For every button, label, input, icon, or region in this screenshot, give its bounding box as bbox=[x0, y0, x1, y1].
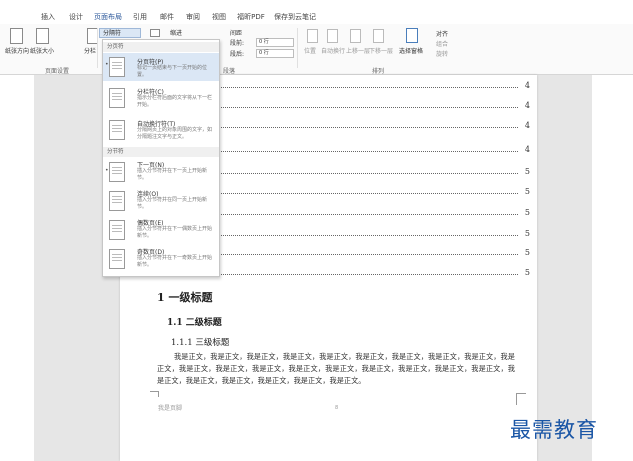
crop-mark bbox=[516, 393, 526, 402]
crop-mark bbox=[150, 391, 158, 400]
selection-pane-icon[interactable] bbox=[406, 28, 418, 43]
tab-view[interactable]: 视图 bbox=[212, 12, 226, 22]
wrap-text-button[interactable]: 自动换行 bbox=[321, 46, 345, 55]
page-setup-group-label: 页面设置 bbox=[45, 68, 70, 75]
toc-entry[interactable]: 标题4 bbox=[198, 121, 530, 132]
bring-forward-button[interactable]: 上移一层 bbox=[346, 46, 370, 55]
odd-page-break-icon bbox=[109, 249, 125, 269]
breaks-dropdown-menu: 分页符 • 分页符(P) 标记一页结束与下一页开始的位置。 分栏符(C) 指示分… bbox=[102, 39, 220, 277]
toc-entry[interactable]: 标题4 bbox=[198, 101, 530, 112]
toc-page-number: 5 bbox=[523, 187, 530, 196]
text-wrapping-break-icon bbox=[109, 120, 125, 140]
size-button[interactable]: 纸张大小 bbox=[30, 46, 54, 55]
page-footer: 我是页脚 bbox=[158, 405, 183, 412]
toc-entry[interactable]: 标题5 bbox=[198, 268, 530, 279]
toc-entry[interactable]: 题4 bbox=[198, 81, 530, 92]
send-backward-icon[interactable] bbox=[373, 29, 384, 43]
send-backward-button[interactable]: 下移一层 bbox=[369, 46, 393, 55]
columns-button[interactable]: 分栏 bbox=[84, 46, 96, 55]
tab-references[interactable]: 引用 bbox=[133, 12, 147, 22]
tab-insert[interactable]: 插入 bbox=[41, 12, 55, 22]
menu-item-odd-page[interactable]: 奇数页(D) 插入分节符并在下一奇数页上开始新节。 bbox=[103, 245, 219, 273]
group-button[interactable]: 组合 bbox=[436, 39, 448, 48]
ribbon-page-layout: 纸张方向 纸张大小 分栏 页面设置 缩进 间距 段前: 0 行 段后: 0 行 … bbox=[0, 24, 633, 75]
toc-page-number: 5 bbox=[523, 248, 530, 257]
heading-level-2: 1.1 二级标题 bbox=[167, 318, 222, 328]
orientation-button[interactable]: 纸张方向 bbox=[5, 46, 29, 55]
watermark-logo: 最需教育 bbox=[510, 418, 598, 442]
toc-entry[interactable]: 标题5 bbox=[198, 208, 530, 219]
toc-page-number: 4 bbox=[523, 121, 530, 130]
space-after-spinner[interactable]: 0 行 bbox=[256, 49, 294, 58]
orientation-icon[interactable] bbox=[10, 28, 23, 44]
space-after-label: 段后: bbox=[230, 51, 245, 58]
tab-review[interactable]: 审阅 bbox=[186, 12, 200, 22]
heading-level-3: 1.1.1 三级标题 bbox=[171, 338, 230, 348]
arrange-group-label: 排列 bbox=[372, 68, 385, 75]
menu-item-column-break[interactable]: 分栏符(C) 指示分栏符后面的文字将从下一栏开始。 bbox=[103, 84, 219, 114]
bring-forward-icon[interactable] bbox=[350, 29, 361, 43]
tab-design[interactable]: 设计 bbox=[69, 12, 83, 22]
menu-item-next-page[interactable]: • 下一页(N) 插入分节符并在下一页上开始新节。 bbox=[103, 158, 219, 186]
wrap-text-icon[interactable] bbox=[327, 29, 338, 43]
toc-page-number: 4 bbox=[523, 81, 530, 90]
toc-entry[interactable]: 4 bbox=[198, 145, 530, 155]
align-button[interactable]: 对齐 bbox=[436, 29, 448, 38]
tab-mailings[interactable]: 邮件 bbox=[160, 12, 174, 22]
toc-entry[interactable]: 题5 bbox=[198, 248, 530, 259]
spacing-label: 间距 bbox=[230, 30, 243, 37]
even-page-break-icon bbox=[109, 220, 125, 240]
tab-foxit-pdf[interactable]: 福昕PDF bbox=[237, 12, 265, 22]
body-paragraph: 我是正文，我是正文，我是正文，我是正文，我是正文，我是正文，我是正文，我是正文，… bbox=[157, 352, 515, 385]
toc-entry[interactable]: 5 bbox=[198, 167, 530, 177]
tab-save-cloud-note[interactable]: 保存到云笔记 bbox=[274, 12, 316, 22]
menu-item-continuous[interactable]: 连续(O) 插入分节符并在同一页上开始新节。 bbox=[103, 187, 219, 215]
position-button[interactable]: 位置 bbox=[304, 46, 316, 55]
ribbon-separator bbox=[297, 28, 298, 68]
page-break-icon bbox=[109, 57, 125, 77]
rotate-button[interactable]: 旋转 bbox=[436, 49, 448, 58]
column-break-icon bbox=[109, 88, 125, 108]
ribbon-separator bbox=[97, 28, 98, 68]
tab-page-layout[interactable]: 页面布局 bbox=[90, 12, 126, 26]
position-icon[interactable] bbox=[307, 29, 318, 43]
crop-mark bbox=[158, 391, 167, 397]
footer-page-number: 8 bbox=[335, 405, 339, 411]
menu-item-even-page[interactable]: 偶数页(E) 插入分节符并在下一偶数页上开始新节。 bbox=[103, 216, 219, 244]
continuous-break-icon bbox=[109, 191, 125, 211]
toc-page-number: 5 bbox=[523, 167, 530, 176]
indent-label: 缩进 bbox=[170, 30, 183, 37]
selection-pane-button[interactable]: 选择窗格 bbox=[399, 46, 423, 55]
section-breaks-header: 分节符 bbox=[103, 147, 219, 157]
next-page-break-icon bbox=[109, 162, 125, 182]
paragraph-group-label: 段落 bbox=[223, 68, 236, 75]
toc-page-number: 5 bbox=[523, 268, 530, 277]
menu-item-text-wrapping-break[interactable]: 自动换行符(T) 分隔网页上的对象周围的文字，如分隔题注文字与正文。 bbox=[103, 116, 219, 146]
line-numbers-icon[interactable] bbox=[150, 29, 160, 37]
toc-page-number: 4 bbox=[523, 101, 530, 110]
toc-page-number: 5 bbox=[523, 208, 530, 217]
ribbon-tab-bar: 插入 设计 页面布局 引用 邮件 审阅 视图 福昕PDF 保存到云笔记 bbox=[0, 0, 633, 26]
menu-item-page-break[interactable]: • 分页符(P) 标记一页结束与下一页开始的位置。 bbox=[103, 53, 219, 81]
paper-size-icon[interactable] bbox=[36, 28, 49, 44]
toc-entry[interactable]: 5 bbox=[198, 229, 530, 239]
space-before-label: 段前: bbox=[230, 40, 245, 47]
space-before-spinner[interactable]: 0 行 bbox=[256, 38, 294, 47]
toc-page-number: 4 bbox=[523, 145, 530, 154]
heading-level-1: 1 一级标题 bbox=[157, 291, 213, 304]
page-breaks-header: 分页符 bbox=[103, 42, 219, 52]
toc-entry[interactable]: 5 bbox=[198, 187, 530, 197]
breaks-button[interactable]: 分隔符 bbox=[99, 28, 141, 38]
toc-page-number: 5 bbox=[523, 229, 530, 238]
